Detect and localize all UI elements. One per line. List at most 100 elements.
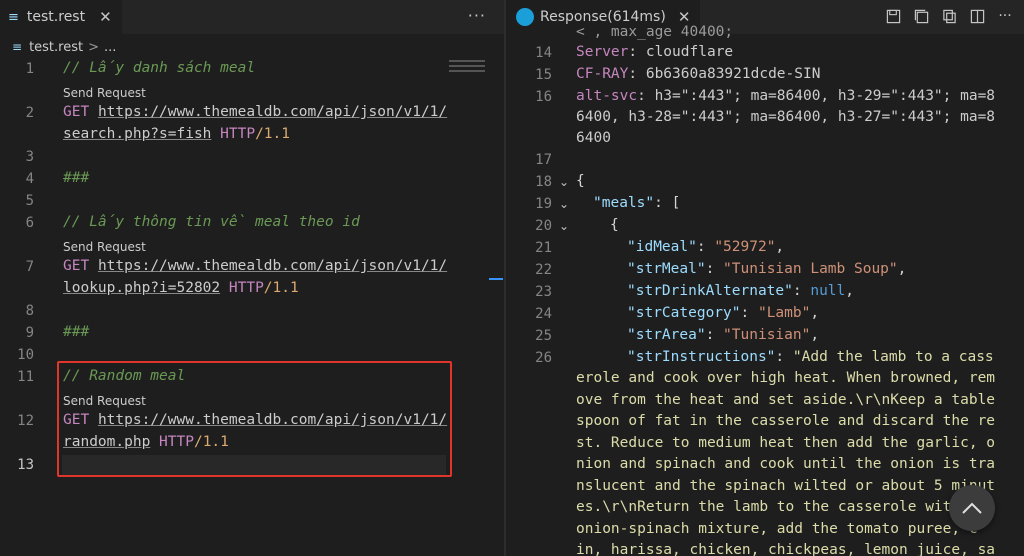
- header-name: CF-RAY: [576, 66, 629, 82]
- json-brace: {: [576, 173, 585, 189]
- chevron-down-icon[interactable]: ⌄: [559, 197, 569, 211]
- line-number: 24: [535, 306, 552, 322]
- scrollbar-marker: [489, 278, 503, 280]
- more-actions-icon[interactable]: ···: [468, 6, 486, 25]
- tab-label: Response(614ms): [540, 9, 666, 25]
- header-value: : 6b6360a83921dcde-SIN: [628, 66, 821, 82]
- close-icon[interactable]: ✕: [99, 8, 112, 26]
- http-version: /1.1: [255, 126, 290, 142]
- send-request-codelens[interactable]: Send Request: [63, 240, 146, 254]
- request-line-wrap: lookup.php?i=52802 HTTP/1.1: [63, 280, 299, 296]
- line-number: 2: [25, 105, 34, 121]
- send-request-codelens[interactable]: Send Request: [63, 86, 146, 100]
- json-value-wrap: st. Reduce to medium heat then add the g…: [576, 435, 996, 451]
- line-number: 9: [25, 325, 34, 341]
- json-line: "meals": [: [593, 195, 680, 211]
- line-number: 15: [535, 67, 552, 83]
- request-line: GET https://www.themealdb.com/api/json/v…: [63, 258, 447, 274]
- request-separator: ###: [63, 170, 90, 186]
- breadcrumb-file[interactable]: test.rest: [29, 40, 83, 55]
- json-value-wrap: ove from the heat and set aside.\r\nKeep…: [576, 392, 996, 408]
- request-url-path[interactable]: search.php?s=fish: [63, 126, 211, 142]
- json-line: "strMeal": "Tunisian Lamb Soup",: [627, 261, 907, 277]
- header-value-wrap: 6400, h3-28=":443"; ma=86400, h3-27=":44…: [576, 109, 996, 125]
- json-value: "52972": [714, 239, 776, 255]
- line-number: 21: [535, 240, 552, 256]
- save-icon[interactable]: [884, 7, 902, 25]
- json-value: "Add the lamb to a cass: [792, 349, 994, 365]
- line-number: 1: [25, 61, 34, 77]
- request-line: GET https://www.themealdb.com/api/json/v…: [63, 104, 447, 120]
- comment-line: // Lấy danh sách meal: [63, 60, 256, 76]
- request-url[interactable]: https://www.themealdb.com/api/json/v1/1/: [98, 258, 447, 274]
- line-number: 14: [535, 45, 552, 61]
- json-value-wrap: nslucent and the spinach wilted or about…: [576, 478, 996, 494]
- file-lines-icon: ≡: [8, 9, 19, 25]
- json-key: "strDrinkAlternate": [627, 283, 793, 299]
- json-line: "strCategory": "Lamb",: [627, 305, 820, 321]
- json-value: "Lamb": [757, 305, 811, 321]
- highlight-box: [57, 361, 452, 477]
- http-protocol: HTTP: [228, 280, 264, 296]
- line-number: 17: [535, 152, 552, 168]
- minimap[interactable]: [449, 60, 485, 84]
- json-line: "idMeal": "52972",: [627, 239, 785, 255]
- tab-test-rest[interactable]: ≡ test.rest ✕: [0, 0, 122, 34]
- header-name: alt-svc: [576, 88, 638, 104]
- header-value: : h3=":443"; ma=86400, h3-29=":443"; ma=…: [637, 88, 996, 104]
- header-value-wrap: 6400: [576, 130, 611, 146]
- line-number: 16: [535, 89, 552, 105]
- line-number: 6: [25, 215, 34, 231]
- line-number: 20: [535, 218, 552, 234]
- json-value: "Tunisian": [723, 327, 811, 343]
- editor-tab-bar: ≡ test.rest ✕ ···: [0, 0, 504, 34]
- json-value-wrap: nion and spinach and cook until the onio…: [576, 456, 996, 472]
- request-url-path[interactable]: lookup.php?i=52802: [63, 280, 220, 296]
- json-key: "strArea": [627, 327, 706, 343]
- json-key: "strInstructions": [627, 349, 776, 365]
- more-actions-icon[interactable]: ···: [996, 7, 1014, 25]
- response-pane: Response(614ms) ✕ ··· < , max_age 40400;…: [506, 0, 1024, 556]
- request-separator: ###: [63, 324, 90, 340]
- line-number: 5: [25, 193, 34, 209]
- tab-label: test.rest: [26, 9, 86, 25]
- chevron-up-icon: [962, 502, 982, 514]
- line-number: 3: [25, 149, 34, 165]
- save-body-icon[interactable]: [912, 7, 930, 25]
- partial-header-line: < , max_age 40400;: [576, 24, 734, 40]
- line-number: 8: [25, 303, 34, 319]
- chevron-down-icon[interactable]: ⌄: [559, 175, 569, 189]
- line-number: 11: [17, 369, 34, 385]
- line-number: 19: [535, 196, 552, 212]
- chevron-down-icon[interactable]: ⌄: [559, 219, 569, 233]
- http-method: GET: [63, 104, 90, 120]
- json-value: "Tunisian Lamb Soup": [723, 261, 898, 277]
- response-actions: ···: [884, 7, 1014, 25]
- http-version: /1.1: [263, 280, 299, 296]
- line-number: 7: [25, 259, 34, 275]
- comment-line: // Lấy thông tin về meal theo id: [63, 214, 360, 230]
- request-line-wrap: search.php?s=fish HTTP/1.1: [63, 126, 290, 142]
- json-line: "strArea": "Tunisian",: [627, 327, 820, 343]
- file-lines-icon: ≡: [12, 40, 23, 54]
- json-line: "strDrinkAlternate": null,: [627, 283, 854, 299]
- copy-icon[interactable]: [940, 7, 958, 25]
- json-value-wrap: spoon of fat in the casserole and discar…: [576, 413, 996, 429]
- breadcrumb: ≡ test.rest > ...: [12, 36, 116, 58]
- rest-client-logo-icon: [516, 8, 534, 26]
- line-number: 23: [535, 284, 552, 300]
- line-number: 12: [17, 413, 34, 429]
- json-value-wrap: es.\r\nReturn the lamb to the casserole …: [576, 499, 961, 515]
- line-number: 25: [535, 328, 552, 344]
- json-value-wrap: onion-spinach mixture, add the tomato pu…: [576, 521, 978, 537]
- json-value-wrap: erole and cook over high heat. When brow…: [576, 370, 996, 386]
- breadcrumb-more[interactable]: ...: [104, 40, 116, 55]
- header-value: : cloudflare: [628, 44, 734, 60]
- line-number: 10: [17, 347, 34, 363]
- json-key: "meals": [593, 195, 655, 211]
- request-url[interactable]: https://www.themealdb.com/api/json/v1/1/: [98, 104, 447, 120]
- http-method: GET: [63, 258, 90, 274]
- scroll-to-top-button[interactable]: [949, 485, 995, 531]
- split-editor-icon[interactable]: [968, 7, 986, 25]
- header-name: Server: [576, 44, 629, 60]
